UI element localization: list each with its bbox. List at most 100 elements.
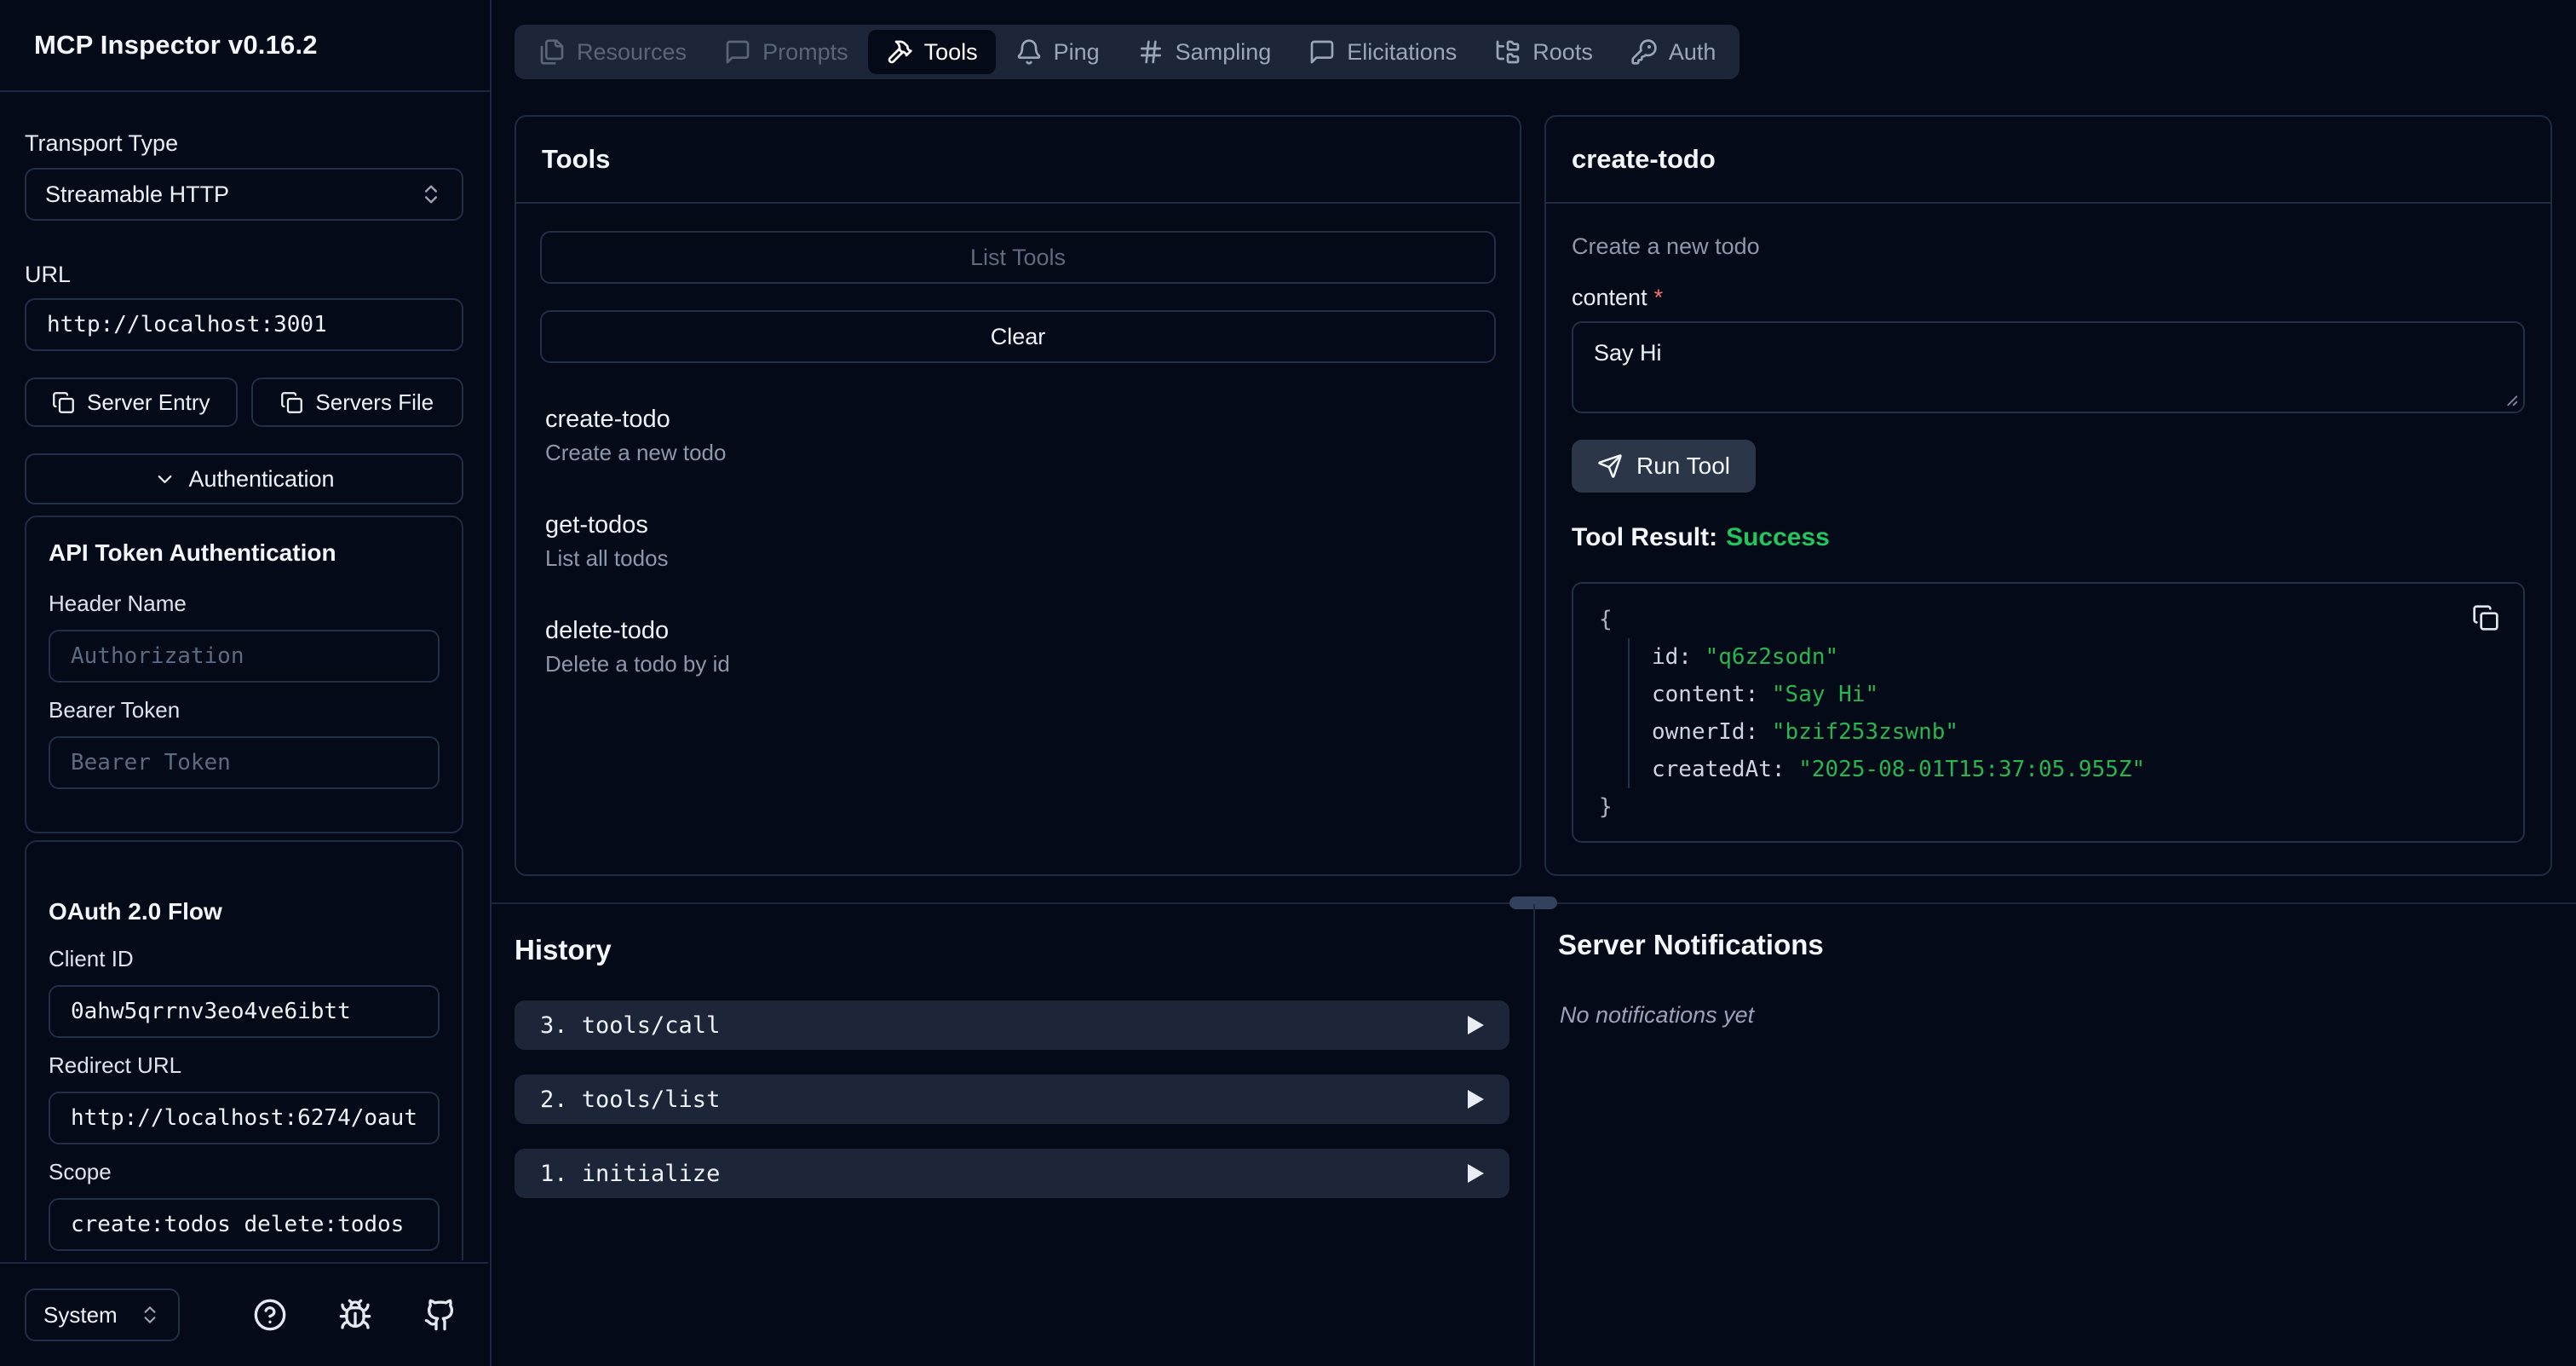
tool-result-line: Tool Result: Success xyxy=(1572,523,2525,552)
json-value: "Say Hi" xyxy=(1772,682,1878,707)
transport-select-value: Streamable HTTP xyxy=(45,182,229,208)
tab-label: Ping xyxy=(1054,39,1100,66)
sidebar-footer: System xyxy=(0,1262,488,1366)
tab-label: Auth xyxy=(1669,39,1716,66)
url-input[interactable] xyxy=(25,298,463,351)
tab-roots[interactable]: Roots xyxy=(1476,30,1611,74)
json-key: createdAt: xyxy=(1652,757,1785,782)
list-tools-button[interactable]: List Tools xyxy=(540,231,1496,284)
copy-icon xyxy=(280,391,303,414)
tool-result-status: Success xyxy=(1726,523,1830,551)
key-icon xyxy=(1630,38,1658,66)
servers-file-button[interactable]: Servers File xyxy=(251,378,464,427)
client-id-label: Client ID xyxy=(49,946,440,971)
tab-sampling[interactable]: Sampling xyxy=(1119,30,1290,74)
tab-auth[interactable]: Auth xyxy=(1613,30,1734,74)
header-name-input[interactable] xyxy=(49,630,440,683)
client-id-input[interactable] xyxy=(49,985,440,1038)
main-area: Resources Prompts Tools Ping Sampling xyxy=(492,0,2576,1366)
copy-result-button[interactable] xyxy=(2472,604,2499,631)
scope-input[interactable] xyxy=(49,1198,440,1251)
tool-detail-header: create-todo xyxy=(1546,117,2550,204)
tools-panel: Tools List Tools Clear create-todo Creat… xyxy=(515,115,1521,876)
scope-label: Scope xyxy=(49,1159,440,1184)
expand-arrow-icon xyxy=(1468,1164,1484,1183)
tab-label: Roots xyxy=(1532,39,1593,66)
tool-list-item-create-todo[interactable]: create-todo Create a new todo xyxy=(545,406,1491,464)
json-key: id: xyxy=(1652,644,1692,670)
circle-help-icon xyxy=(253,1298,287,1332)
folder-tree-icon xyxy=(1494,38,1521,66)
github-button[interactable] xyxy=(423,1298,457,1332)
send-icon xyxy=(1597,453,1623,479)
redirect-url-input[interactable] xyxy=(49,1092,440,1144)
json-value: "bzif253zswnb" xyxy=(1772,719,1958,745)
json-key: content: xyxy=(1652,682,1758,707)
api-token-card: API Token Authentication Header Name Bea… xyxy=(25,516,463,833)
history-item-tools-list[interactable]: 2. tools/list xyxy=(515,1075,1509,1124)
tool-list-item-delete-todo[interactable]: delete-todo Delete a todo by id xyxy=(545,617,1491,676)
bearer-token-input[interactable] xyxy=(49,736,440,789)
no-notifications-text: No notifications yet xyxy=(1560,1002,1754,1029)
tools-panel-header: Tools xyxy=(516,117,1520,204)
servers-file-label: Servers File xyxy=(315,389,434,416)
run-tool-label: Run Tool xyxy=(1636,452,1730,480)
redirect-url-label: Redirect URL xyxy=(49,1052,440,1078)
tab-tools[interactable]: Tools xyxy=(868,30,996,74)
transport-type-label: Transport Type xyxy=(25,130,463,157)
debug-button[interactable] xyxy=(338,1298,372,1332)
tab-ping[interactable]: Ping xyxy=(998,30,1118,74)
tab-prompts[interactable]: Prompts xyxy=(706,30,866,74)
tab-label: Resources xyxy=(577,39,687,66)
theme-select[interactable]: System xyxy=(25,1288,180,1341)
message-square-icon xyxy=(1308,38,1336,66)
tool-result-label: Tool Result: xyxy=(1572,523,1717,551)
message-square-icon xyxy=(724,38,751,66)
json-value: "2025-08-01T15:37:05.955Z" xyxy=(1798,757,2145,782)
history-item-initialize[interactable]: 1. initialize xyxy=(515,1149,1509,1198)
tab-label: Elicitations xyxy=(1347,39,1457,66)
tab-resources[interactable]: Resources xyxy=(520,30,704,74)
sidebar-header: MCP Inspector v0.16.2 xyxy=(0,0,490,92)
help-button[interactable] xyxy=(253,1298,287,1332)
github-icon xyxy=(423,1298,457,1332)
app-title: MCP Inspector v0.16.2 xyxy=(34,30,318,61)
json-key: ownerId: xyxy=(1652,719,1758,745)
tool-detail-title: create-todo xyxy=(1572,144,1716,175)
authentication-toggle[interactable]: Authentication xyxy=(25,453,463,504)
chevrons-up-down-icon xyxy=(139,1304,161,1326)
expand-arrow-icon xyxy=(1468,1016,1484,1035)
server-entry-button[interactable]: Server Entry xyxy=(25,378,238,427)
server-notifications-title: Server Notifications xyxy=(1558,929,1824,961)
sidebar-body: Transport Type Streamable HTTP URL Serve… xyxy=(0,94,488,1260)
json-entries: id: "q6z2sodn" content: "Say Hi" ownerId… xyxy=(1628,638,2498,788)
tool-name: get-todos xyxy=(545,511,1491,539)
oauth-card: OAuth 2.0 Flow Client ID Redirect URL Sc… xyxy=(25,840,463,1260)
api-token-heading: API Token Authentication xyxy=(49,539,440,567)
transport-select[interactable]: Streamable HTTP xyxy=(25,168,463,221)
expand-arrow-icon xyxy=(1468,1090,1484,1109)
tool-description: Delete a todo by id xyxy=(545,652,1491,676)
json-close-brace: } xyxy=(1599,788,2498,826)
json-open-brace: { xyxy=(1599,601,2498,638)
json-entry: id: "q6z2sodn" xyxy=(1652,638,2498,676)
vertical-divider xyxy=(1533,904,1535,1366)
tool-result-json: { id: "q6z2sodn" content: "Say Hi" owner… xyxy=(1572,582,2525,843)
bug-icon xyxy=(338,1298,372,1332)
history-list: 3. tools/call 2. tools/list 1. initializ… xyxy=(515,1000,1509,1198)
clear-button[interactable]: Clear xyxy=(540,310,1496,363)
tool-list-item-get-todos[interactable]: get-todos List all todos xyxy=(545,511,1491,570)
history-item-label: 3. tools/call xyxy=(540,1012,720,1039)
history-item-label: 1. initialize xyxy=(540,1161,720,1187)
tab-bar: Resources Prompts Tools Ping Sampling xyxy=(515,25,1739,79)
tab-elicitations[interactable]: Elicitations xyxy=(1291,30,1475,74)
hash-icon xyxy=(1137,38,1164,66)
content-field-input[interactable]: Say Hi xyxy=(1572,321,2525,413)
copy-icon xyxy=(52,391,75,414)
theme-select-value: System xyxy=(43,1302,118,1329)
tool-detail-panel: create-todo Create a new todo content* S… xyxy=(1544,115,2552,876)
tool-name: create-todo xyxy=(545,406,1491,433)
json-value: "q6z2sodn" xyxy=(1705,644,1839,670)
run-tool-button[interactable]: Run Tool xyxy=(1572,440,1756,493)
history-item-tools-call[interactable]: 3. tools/call xyxy=(515,1000,1509,1050)
